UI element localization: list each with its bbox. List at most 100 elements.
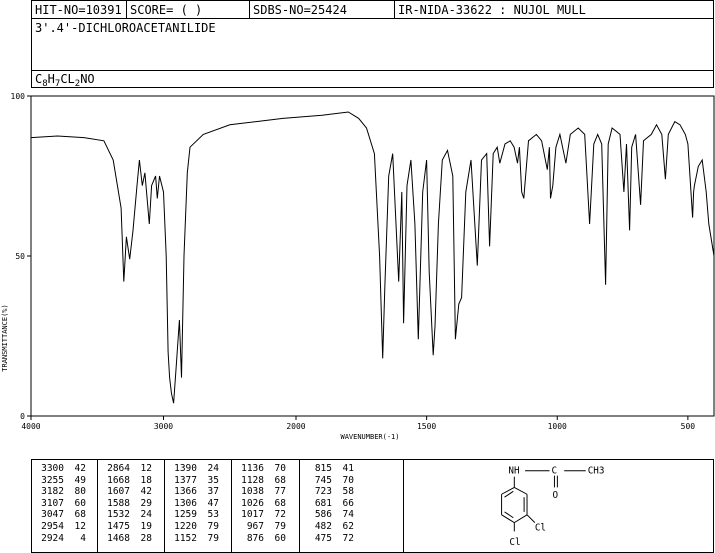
peak-wavenumber: 876 bbox=[246, 532, 264, 544]
x-tick-label: 3000 bbox=[154, 422, 173, 431]
x-axis-label: WAVENUMBER(-1) bbox=[340, 433, 399, 441]
x-tick-label: 1500 bbox=[417, 422, 436, 431]
peak-wavenumber: 1468 bbox=[107, 532, 130, 544]
peak-wavenumber: 3300 bbox=[41, 463, 64, 474]
peak-column: 1390 24 1377 35 1366 37 1306 47 1259 53 1220 79 1152… bbox=[165, 460, 232, 552]
chart-ticks: 4000 3000 2000 1500 1000 500 0 50 100 bbox=[11, 92, 696, 431]
peak-transmittance: 24 bbox=[140, 509, 152, 521]
peak-wavenumber: 1136 bbox=[241, 463, 264, 474]
atom-chlorine-4: Cl bbox=[509, 537, 520, 548]
peak-wavenumber: 1475 bbox=[107, 520, 130, 532]
ring-bond bbox=[501, 514, 515, 524]
peak-wavenumber: 475 bbox=[314, 532, 332, 544]
peak-wavenumber: 1026 bbox=[241, 497, 264, 509]
peak-row: 1377 35 bbox=[165, 475, 231, 487]
peak-wavenumber: 681 bbox=[314, 497, 332, 509]
peak-row: 1366 37 bbox=[165, 486, 231, 498]
peak-transmittance: 35 bbox=[207, 474, 219, 486]
peak-row: 1026 68 bbox=[232, 498, 299, 510]
peak-wavenumber: 1390 bbox=[174, 463, 197, 474]
peak-column: 3300 42 3255 49 3182 80 3107 60 3047 68 2954 12 2924… bbox=[32, 460, 98, 552]
peak-row: 586 74 bbox=[300, 509, 403, 521]
peak-transmittance: 12 bbox=[140, 463, 152, 474]
peak-column: 815 41 745 70 723 58 681 66 586 74 482 62 475 72 bbox=[300, 460, 404, 552]
peak-wavenumber: 1377 bbox=[174, 474, 197, 486]
peak-transmittance: 77 bbox=[274, 486, 286, 498]
peak-transmittance: 80 bbox=[74, 486, 86, 498]
x-tick-label: 4000 bbox=[21, 422, 40, 431]
peak-row: 3047 68 bbox=[32, 509, 97, 521]
peak-transmittance: 29 bbox=[140, 497, 152, 509]
ring-bond bbox=[514, 486, 528, 495]
x-tick-label: 1000 bbox=[548, 422, 567, 431]
peak-row: 1306 47 bbox=[165, 498, 231, 510]
peak-wavenumber: 586 bbox=[314, 509, 332, 521]
peak-transmittance: 24 bbox=[207, 463, 219, 474]
y-tick-label: 100 bbox=[11, 92, 26, 101]
peak-row: 1390 24 bbox=[165, 463, 231, 475]
peak-wavenumber: 745 bbox=[314, 474, 332, 486]
sdbs-number: SDBS-NO=25424 bbox=[250, 1, 395, 19]
peak-row: 2864 12 bbox=[98, 463, 164, 475]
peak-row: 1220 79 bbox=[165, 521, 231, 533]
peak-table-section: 3300 42 3255 49 3182 80 3107 60 3047 68 2954 12 2924… bbox=[31, 459, 714, 553]
peak-transmittance: 28 bbox=[140, 532, 152, 544]
peak-row: 1136 70 bbox=[232, 463, 299, 475]
x-tick-label: 2000 bbox=[286, 422, 305, 431]
atom-nh: NH bbox=[508, 466, 519, 477]
peak-wavenumber: 815 bbox=[314, 463, 332, 474]
peak-wavenumber: 1220 bbox=[174, 520, 197, 532]
peak-row: 1038 77 bbox=[232, 486, 299, 498]
formula-element: H bbox=[47, 72, 55, 86]
ir-nida-number: IR-NIDA-33622 : NUJOL MULL bbox=[398, 3, 586, 17]
peak-row: 2954 12 bbox=[32, 521, 97, 533]
y-tick-label: 0 bbox=[20, 412, 25, 421]
peak-transmittance: 79 bbox=[207, 520, 219, 532]
peak-transmittance: 53 bbox=[207, 509, 219, 521]
peak-row: 1607 42 bbox=[98, 486, 164, 498]
peak-transmittance: 68 bbox=[274, 474, 286, 486]
peak-row: 876 60 bbox=[232, 533, 299, 545]
peak-wavenumber: 3255 bbox=[41, 474, 64, 486]
peak-wavenumber: 3182 bbox=[41, 486, 64, 498]
formula-element: NO bbox=[80, 72, 95, 86]
hit-number: HIT-NO=10391 bbox=[32, 1, 127, 19]
score: SCORE= ( ) bbox=[127, 1, 250, 19]
atom-carbon: C bbox=[552, 466, 558, 477]
peak-row: 3255 49 bbox=[32, 475, 97, 487]
peak-transmittance: 18 bbox=[140, 474, 152, 486]
peak-row: 967 79 bbox=[232, 521, 299, 533]
x-tick-label: 500 bbox=[681, 422, 696, 431]
peak-transmittance: 42 bbox=[140, 486, 152, 498]
peak-transmittance: 72 bbox=[274, 509, 286, 521]
peak-wavenumber: 1366 bbox=[174, 486, 197, 498]
peak-transmittance: 70 bbox=[342, 474, 354, 486]
chart-axes bbox=[30, 95, 715, 417]
peak-transmittance: 68 bbox=[274, 497, 286, 509]
peak-row: 815 41 bbox=[300, 463, 403, 475]
peak-row: 1468 28 bbox=[98, 533, 164, 545]
molecular-formula: C8H7CL2NO bbox=[35, 72, 95, 89]
peak-transmittance: 62 bbox=[342, 520, 354, 532]
y-axis-label: TRANSMITTANCE(%) bbox=[1, 304, 9, 371]
peak-row: 1668 18 bbox=[98, 475, 164, 487]
peak-wavenumber: 1128 bbox=[241, 474, 264, 486]
peak-transmittance: 68 bbox=[74, 509, 86, 521]
peak-wavenumber: 1017 bbox=[241, 509, 264, 521]
peak-wavenumber: 1306 bbox=[174, 497, 197, 509]
peak-row: 681 66 bbox=[300, 498, 403, 510]
peak-transmittance: 37 bbox=[207, 486, 219, 498]
peak-row: 1017 72 bbox=[232, 509, 299, 521]
peak-wavenumber: 1588 bbox=[107, 497, 130, 509]
peak-row: 1128 68 bbox=[232, 475, 299, 487]
peak-wavenumber: 2924 bbox=[41, 532, 64, 544]
peak-row: 745 70 bbox=[300, 475, 403, 487]
atom-chlorine-3: Cl bbox=[535, 522, 546, 533]
peak-row: 475 72 bbox=[300, 533, 403, 545]
peak-row: 3107 60 bbox=[32, 498, 97, 510]
formula-divider bbox=[32, 70, 713, 71]
peak-wavenumber: 1259 bbox=[174, 509, 197, 521]
peak-transmittance: 47 bbox=[207, 497, 219, 509]
peak-wavenumber: 2954 bbox=[41, 520, 64, 532]
header-bar: HIT-NO=10391 SCORE= ( ) SDBS-NO=25424 IR… bbox=[31, 0, 714, 19]
